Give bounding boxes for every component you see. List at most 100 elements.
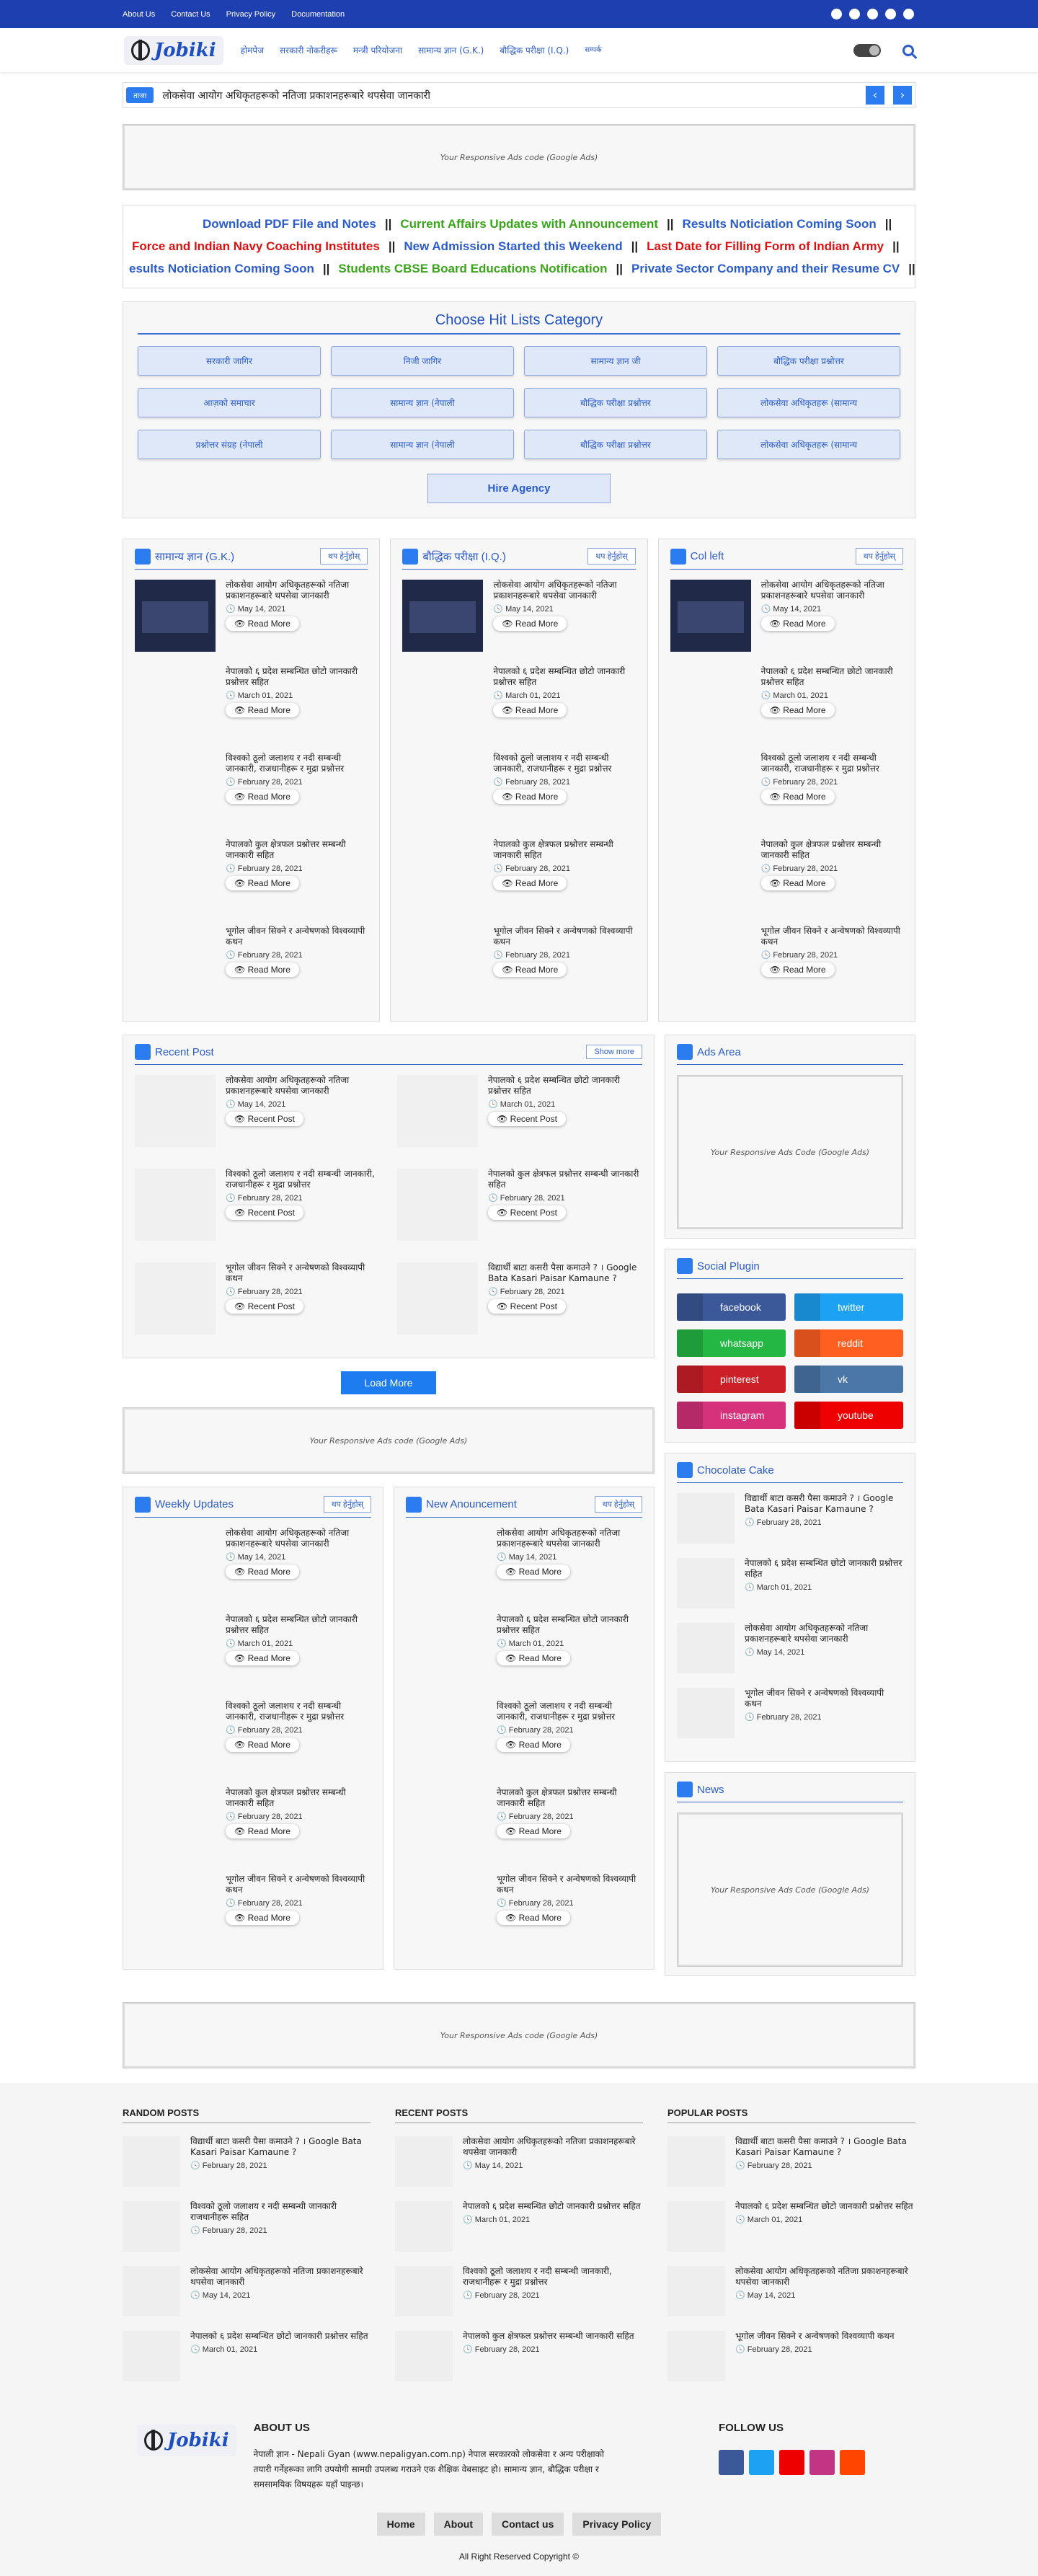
whatsapp-icon[interactable] [849,9,860,19]
social-button-reddit[interactable]: reddit [794,1329,903,1357]
topbar-link[interactable]: About Us [123,10,155,19]
social-button-whatsapp[interactable]: whatsapp [677,1329,786,1357]
post-title[interactable]: भूगोल जीवन सिक्ने र अन्वेषणको विश्वव्याप… [226,1262,380,1284]
post-title[interactable]: लोकसेवा आयोग अधिकृतहरूको नतिजा प्रकाशनहर… [226,580,368,601]
post-title[interactable]: लोकसेवा आयोग अधिकृतहरूको नतिजा प्रकाशनहर… [463,2136,643,2158]
marquee-item[interactable]: Download PDF File and Notes [203,217,376,231]
post-title[interactable]: विश्वको ठूलो जलाशय र नदी सम्बन्धी जानकार… [493,753,635,774]
post-title[interactable]: नेपालको कुल क्षेत्रफल प्रश्नोत्तर सम्बन्… [226,1787,371,1809]
social-button-pinterest[interactable]: pinterest [677,1366,786,1393]
read-more-button[interactable]: 👁 Read More [226,962,299,977]
twitter-icon[interactable] [749,2450,774,2475]
ticker-next-button[interactable]: › [893,86,912,105]
topbar-link[interactable]: Privacy Policy [226,10,275,19]
telegram-icon[interactable] [867,9,878,19]
view-more-button[interactable]: थप हेर्नुहोस् [587,548,636,565]
read-more-button[interactable]: 👁 Read More [497,1651,570,1665]
post-title[interactable]: विद्यार्थी बाटा कसरी पैसा कमाउने ? । Goo… [735,2136,915,2158]
marquee-item[interactable]: Force and Indian Navy Coaching Institute… [132,239,380,253]
ticker-text[interactable]: लोकसेवा आयोग अधिकृतहरूको नतिजा प्रकाशनहर… [162,89,857,102]
read-more-button[interactable]: 👁 Read More [493,876,567,890]
category-button[interactable]: लोकसेवा अधिकृतहरू (सामान्य [717,388,900,417]
post-thumbnail[interactable] [667,2266,725,2316]
footer-menu-item[interactable]: Contact us [492,2513,564,2536]
post-title[interactable]: नेपालको ६ प्रदेश सम्बन्धित छोटो जानकारी … [190,2331,368,2342]
category-button[interactable]: बौद्धिक परीक्षा प्रश्नोत्तर [717,346,900,376]
post-title[interactable]: भूगोल जीवन सिक्ने र अन्वेषणको विश्वव्याप… [745,1688,903,1709]
nav-item[interactable]: मन्त्री परियोजना [353,44,402,56]
read-more-button[interactable]: 👁 Read More [493,789,567,804]
post-thumbnail[interactable] [677,1493,735,1544]
post-title[interactable]: नेपालको ६ प्रदेश सम्बन्धित छोटो जानकारी … [493,666,635,688]
post-title[interactable]: लोकसेवा आयोग अधिकृतहरूको नतिजा प्रकाशनहर… [226,1528,371,1549]
post-title[interactable]: भूगोल जीवन सिक्ने र अन्वेषणको विश्वव्याप… [497,1874,642,1895]
post-title[interactable]: भूगोल जीवन सिक्ने र अन्वेषणको विश्वव्याप… [226,926,368,947]
post-thumbnail[interactable] [123,2201,180,2252]
read-more-button[interactable]: 👁 Read More [760,703,835,717]
recent-post-button[interactable]: 👁 Recent Post [226,1299,303,1314]
category-button[interactable]: सामान्य ज्ञान (नेपाली [331,388,514,417]
marquee-item[interactable]: Current Affairs Updates with Announcemen… [400,217,658,231]
social-button-instagram[interactable]: instagram [677,1402,786,1429]
post-thumbnail[interactable] [406,1701,487,1773]
post-thumbnail[interactable] [677,1558,735,1608]
post-title[interactable]: भूगोल जीवन सिक्ने र अन्वेषणको विश्वव्याप… [493,926,635,947]
post-thumbnail[interactable] [395,2201,453,2252]
search-icon[interactable] [902,44,914,56]
post-title[interactable]: विद्यार्थी बाटा कसरी पैसा कमाउने ? । Goo… [745,1493,903,1515]
marquee-item[interactable]: esults Noticiation Coming Soon [129,262,314,275]
post-title[interactable]: विश्वको ठूलो जलाशय र नदी सम्बन्धी जानकार… [226,1701,371,1722]
post-thumbnail[interactable] [406,1874,487,1946]
post-thumbnail[interactable] [123,2331,180,2381]
post-title[interactable]: लोकसेवा आयोग अधिकृतहरूको नतिजा प्रकाशनहर… [497,1528,642,1549]
post-thumbnail[interactable] [402,580,484,652]
read-more-button[interactable]: 👁 Read More [497,1564,570,1579]
post-thumbnail[interactable] [402,926,483,998]
post-title[interactable]: नेपालको कुल क्षेत्रफल प्रश्नोत्तर सम्बन्… [493,839,635,861]
section-title[interactable]: Recent Post [155,1046,214,1058]
read-more-button[interactable]: 👁 Read More [493,616,567,631]
post-thumbnail[interactable] [406,1787,487,1859]
post-thumbnail[interactable] [677,1688,735,1738]
post-title[interactable]: विश्वको ठूलो जलाशय र नदी सम्बन्धी जानकार… [761,753,903,774]
post-thumbnail[interactable] [135,580,216,652]
ad-slot-sidebar[interactable]: Your Responsive Ads Code (Google Ads) [677,1075,903,1229]
post-thumbnail[interactable] [670,753,751,825]
post-thumbnail[interactable] [402,753,483,825]
post-title[interactable]: विश्वको ठूलो जलाशय र नदी सम्बन्धी जानकार… [226,753,368,774]
category-button[interactable]: निजी जागिर [331,346,514,376]
footer-menu-item[interactable]: About [433,2513,484,2536]
post-thumbnail[interactable] [135,1787,216,1859]
category-button[interactable]: सरकारी जागिर [138,346,321,376]
post-thumbnail[interactable] [670,839,751,911]
read-more-button[interactable]: 👁 Read More [226,789,299,804]
view-more-button[interactable]: थप हेर्नुहोस् [319,548,368,565]
category-button[interactable]: सामान्य ज्ञान जी [524,346,707,376]
read-more-button[interactable]: 👁 Read More [226,876,299,890]
social-button-youtube[interactable]: youtube [794,1402,903,1429]
instagram-icon[interactable] [809,2450,835,2475]
recent-post-button[interactable]: 👁 Recent Post [226,1205,303,1220]
category-button[interactable]: बौद्धिक परीक्षा प्रश्नोत्तर [524,388,707,417]
view-more-button[interactable]: थप हेर्नुहोस् [323,1496,371,1513]
ad-slot-news[interactable]: Your Responsive Ads Code (Google Ads) [677,1813,903,1967]
read-more-button[interactable]: 👁 Read More [760,616,835,631]
post-title[interactable]: विश्वको ठूलो जलाशय र नदी सम्बन्धी जानकार… [190,2201,371,2223]
post-title[interactable]: नेपालको ६ प्रदेश सम्बन्धित छोटो जानकारी … [226,1614,371,1636]
post-thumbnail[interactable] [395,2136,453,2187]
post-thumbnail[interactable] [667,2136,725,2187]
read-more-button[interactable]: 👁 Read More [226,1651,299,1665]
category-button[interactable]: लोकसेवा अधिकृतहरू (सामान्य [717,430,900,459]
post-thumbnail[interactable] [397,1075,478,1147]
post-thumbnail[interactable] [135,666,216,738]
read-more-button[interactable]: 👁 Read More [226,1911,299,1925]
post-title[interactable]: नेपालको ६ प्रदेश सम्बन्धित छोटो जानकारी … [497,1614,642,1636]
youtube-icon[interactable] [779,2450,804,2475]
read-more-button[interactable]: 👁 Read More [760,789,835,804]
recent-post-button[interactable]: 👁 Recent Post [488,1205,566,1220]
column-title[interactable]: सामान्य ज्ञान (G.K.) [155,549,234,564]
instagram-icon[interactable] [903,9,914,19]
marquee-item[interactable]: Results Noticiation Coming Soon [683,217,877,231]
post-thumbnail[interactable] [135,1262,216,1335]
read-more-button[interactable]: 👁 Read More [493,703,567,717]
